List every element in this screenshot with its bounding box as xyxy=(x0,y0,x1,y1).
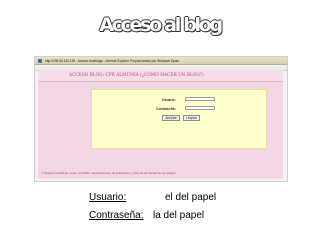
contrasena-caption-value: la del papel xyxy=(153,210,205,221)
slide-title: Acceso al blog xyxy=(99,14,223,36)
window-title: http://195.55.130.130 - Acceso Avalblogs… xyxy=(45,58,180,63)
contrasena-field-label: Contraseña: xyxy=(156,107,176,111)
blog-login-page: ACCESO BLOG: CPR ALMUNIA (¿CÓMO HACER UN… xyxy=(38,70,283,179)
browser-window-screenshot: http://195.55.130.130 - Acceso Avalblogs… xyxy=(34,56,288,182)
browser-icon xyxy=(38,58,42,63)
clear-button[interactable]: Limpiar xyxy=(183,115,200,121)
usuario-input[interactable] xyxy=(185,97,215,101)
page-footer: © Equipo Avalblogs. autor: CATEDU. Depar… xyxy=(42,171,176,175)
login-form: Usuario: Contraseña: Aceptar Limpiar xyxy=(91,89,267,149)
contrasena-caption-label: Contraseña: xyxy=(89,210,144,221)
usuario-field-label: Usuario: xyxy=(162,98,176,102)
page-header-title: ACCESO BLOG: CPR ALMUNIA (¿CÓMO HACER UN… xyxy=(69,73,204,78)
contrasena-input[interactable] xyxy=(185,106,215,110)
usuario-caption-label: Usuario: xyxy=(89,192,127,203)
usuario-caption-value: el del papel xyxy=(165,192,217,203)
window-titlebar: http://195.55.130.130 - Acceso Avalblogs… xyxy=(35,57,287,65)
accept-button[interactable]: Aceptar xyxy=(162,115,180,121)
page-header: ACCESO BLOG: CPR ALMUNIA (¿CÓMO HACER UN… xyxy=(38,70,283,82)
